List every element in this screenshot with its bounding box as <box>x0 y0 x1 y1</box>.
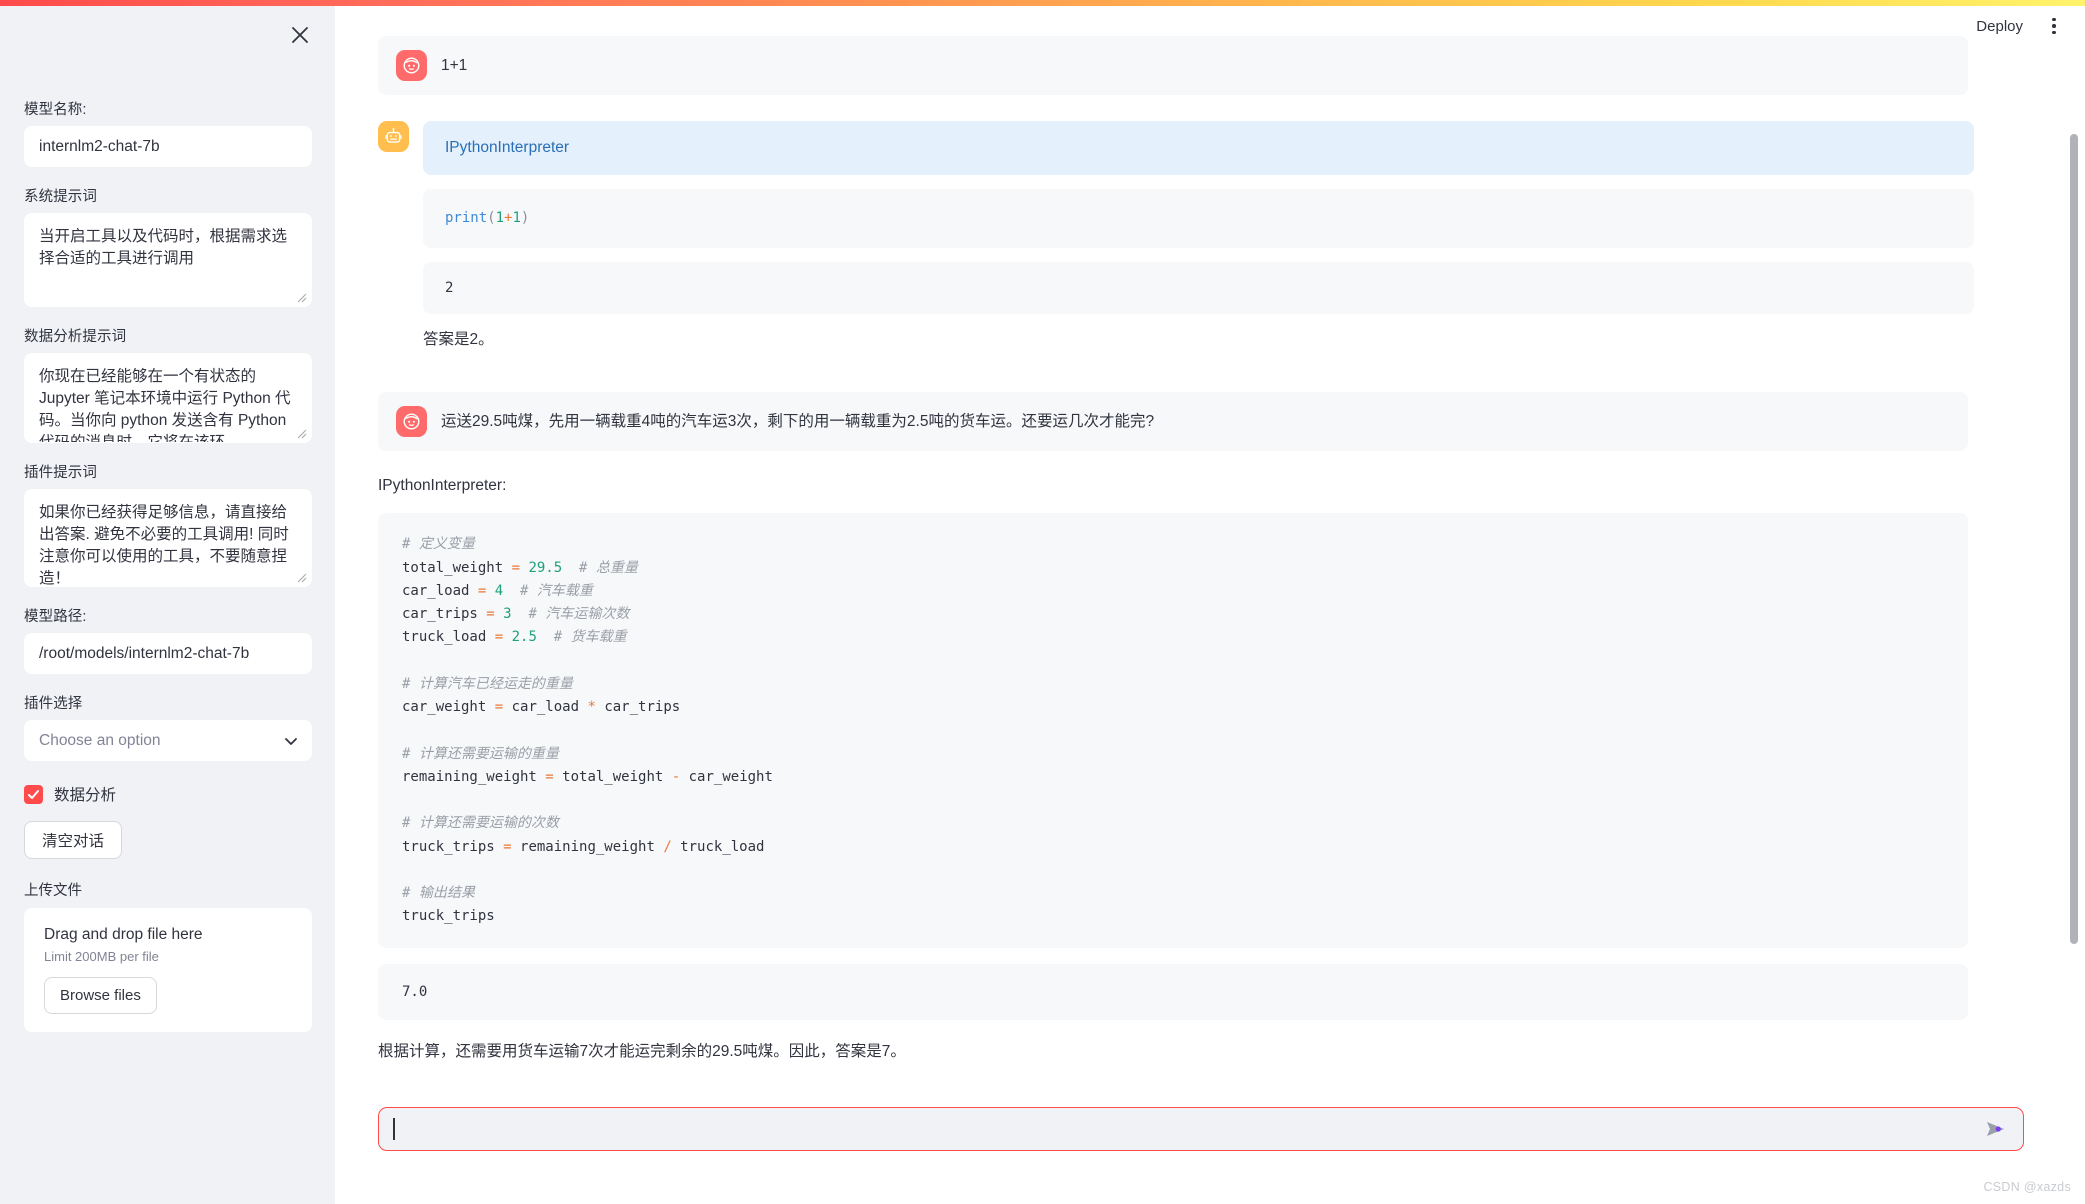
resize-grip-icon[interactable] <box>295 427 307 439</box>
tool-call-banner: IPythonInterpreter <box>423 121 1974 175</box>
chat-message-user: 1+1 <box>378 36 1968 95</box>
resize-grip-icon[interactable] <box>295 571 307 583</box>
resize-grip-icon[interactable] <box>295 291 307 303</box>
data-analysis-checkbox-label: 数据分析 <box>54 787 117 804</box>
plugin-select[interactable]: Choose an option <box>24 720 312 761</box>
message-text: 运送29.5吨煤，先用一辆载重4吨的汽车运3次，剩下的用一辆载重为2.5吨的货车… <box>441 413 1155 431</box>
upload-file-label: 上传文件 <box>24 883 82 899</box>
chat-message-user: 运送29.5吨煤，先用一辆载重4吨的汽车运3次，剩下的用一辆载重为2.5吨的货车… <box>378 392 1968 452</box>
system-prompt-label: 系统提示词 <box>24 189 97 205</box>
checkbox-checked-icon <box>24 784 43 804</box>
chat-transcript: 1+1 IPythonInterpreter print(1+1) 2 答案是2… <box>335 36 2040 1065</box>
deploy-button[interactable]: Deploy <box>1976 18 2023 35</box>
system-prompt-textarea[interactable]: 当开启工具以及代码时，根据需求选择合适的工具进行调用 <box>24 213 312 307</box>
model-path-label: 模型路径: <box>24 609 87 625</box>
model-path-value: /root/models/internlm2-chat-7b <box>39 644 250 662</box>
assistant-final-answer: 根据计算，还需要用货车运输7次才能运完剩余的29.5吨煤。因此，答案是7。 <box>378 1043 906 1061</box>
data-analysis-prompt-label: 数据分析提示词 <box>24 329 127 345</box>
code-block-2: # 定义变量 total_weight = 29.5 # 总重量 car_loa… <box>378 513 1968 949</box>
chat-input-bar[interactable] <box>378 1107 2024 1151</box>
plugin-select-label: 插件选择 <box>24 696 83 712</box>
model-name-label: 模型名称: <box>24 102 87 118</box>
tool-name-label: IPythonInterpreter: <box>378 477 507 495</box>
assistant-second-response: IPythonInterpreter: # 定义变量 total_weight … <box>378 477 2040 1065</box>
watermark: CSDN @xazds <box>1983 1180 2071 1194</box>
code-output-1: 2 <box>423 261 1974 314</box>
dropzone-limit: Limit 200MB per file <box>44 949 159 964</box>
send-arrow-icon[interactable] <box>1983 1116 2009 1142</box>
vertical-scrollbar[interactable] <box>2070 134 2078 944</box>
chevron-down-icon <box>285 737 297 745</box>
text-cursor <box>393 1118 395 1140</box>
clear-conversation-button[interactable]: 清空对话 <box>24 821 123 859</box>
top-accent-bar <box>0 0 2085 6</box>
chat-message-assistant: IPythonInterpreter print(1+1) 2 答案是2。 <box>378 121 2040 352</box>
dropzone-title: Drag and drop file here <box>44 926 203 943</box>
file-dropzone[interactable]: Drag and drop file here Limit 200MB per … <box>24 908 312 1032</box>
code-block-1: print(1+1) <box>423 189 1974 248</box>
robot-icon <box>378 121 409 152</box>
main-area: Deploy 1+1 IPythonInterpreter print(1+1)… <box>335 6 2085 1204</box>
model-path-input[interactable]: /root/models/internlm2-chat-7b <box>24 633 312 674</box>
sidebar: 模型名称: internlm2-chat-7b 系统提示词 当开启工具以及代码时… <box>0 6 335 1204</box>
assistant-answer-1: 答案是2。 <box>423 330 494 348</box>
code-output-2: 7.0 <box>378 964 1968 1021</box>
message-text: 1+1 <box>441 56 468 74</box>
browse-files-button[interactable]: Browse files <box>44 977 157 1014</box>
data-analysis-prompt-value: 你现在已经能够在一个有状态的 Jupyter 笔记本环境中运行 Python 代… <box>39 368 291 443</box>
kebab-menu-icon[interactable] <box>2043 13 2065 39</box>
plugin-prompt-label: 插件提示词 <box>24 465 97 481</box>
model-name-value: internlm2-chat-7b <box>39 137 160 155</box>
close-icon[interactable] <box>283 18 317 52</box>
user-face-icon <box>396 50 427 81</box>
model-name-input[interactable]: internlm2-chat-7b <box>24 126 312 167</box>
data-analysis-checkbox[interactable]: 数据分析 <box>24 783 314 805</box>
plugin-prompt-value: 如果你已经获得足够信息，请直接给出答案. 避免不必要的工具调用! 同时注意你可以… <box>39 504 289 587</box>
plugin-prompt-textarea[interactable]: 如果你已经获得足够信息，请直接给出答案. 避免不必要的工具调用! 同时注意你可以… <box>24 489 312 587</box>
data-analysis-prompt-textarea[interactable]: 你现在已经能够在一个有状态的 Jupyter 笔记本环境中运行 Python 代… <box>24 353 312 443</box>
plugin-select-placeholder: Choose an option <box>39 731 161 749</box>
system-prompt-value: 当开启工具以及代码时，根据需求选择合适的工具进行调用 <box>39 228 288 267</box>
user-face-icon <box>396 406 427 438</box>
